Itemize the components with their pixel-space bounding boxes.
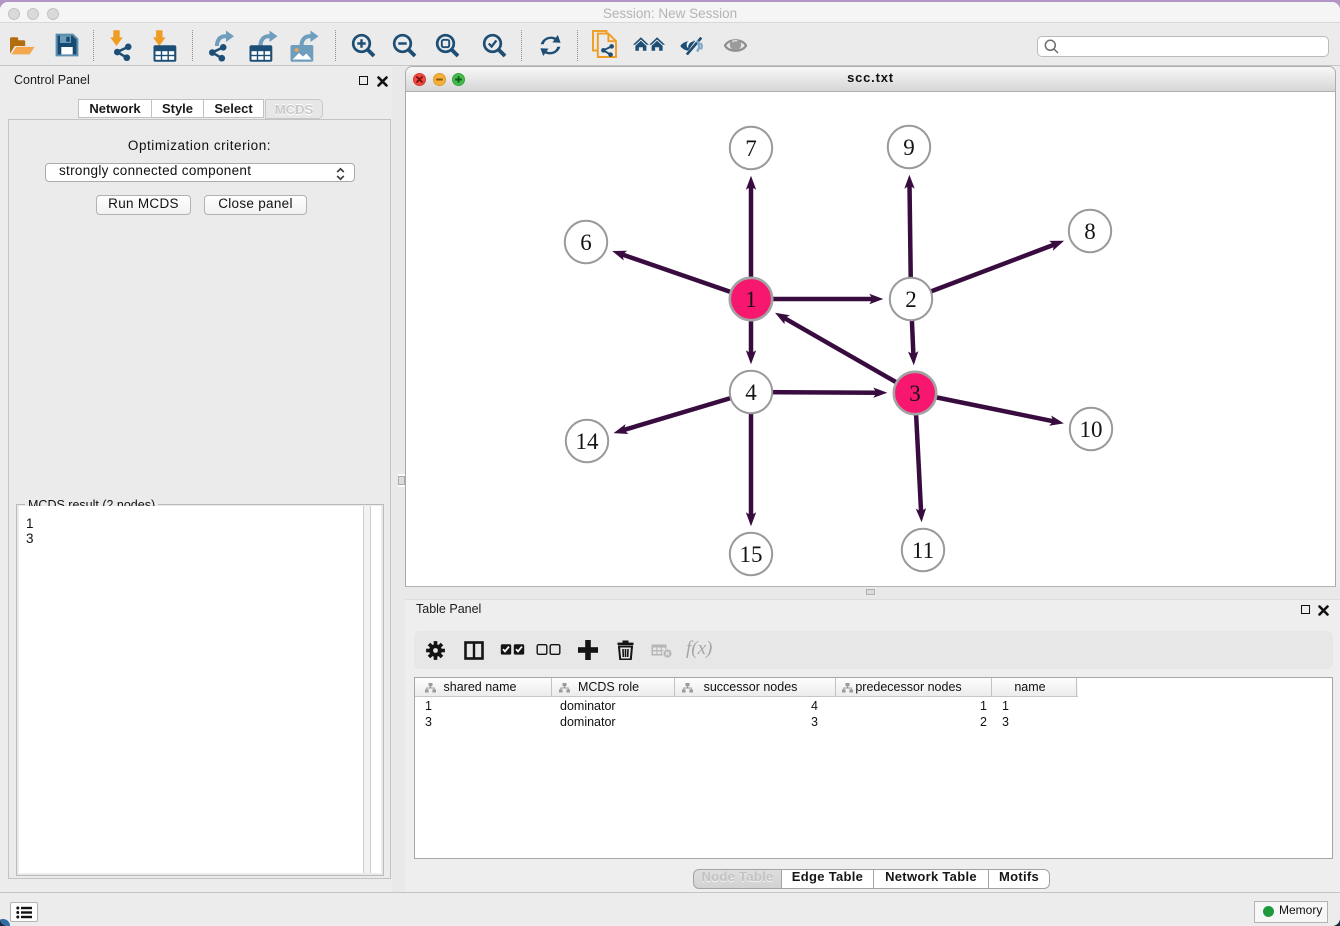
svg-text:2: 2 bbox=[905, 287, 917, 312]
svg-text:10: 10 bbox=[1080, 417, 1103, 442]
svg-text:4: 4 bbox=[745, 380, 757, 405]
svg-text:3: 3 bbox=[909, 381, 921, 406]
svg-text:11: 11 bbox=[912, 538, 934, 563]
svg-text:15: 15 bbox=[740, 542, 763, 567]
svg-text:9: 9 bbox=[903, 135, 915, 160]
svg-text:6: 6 bbox=[580, 230, 592, 255]
svg-text:14: 14 bbox=[576, 429, 600, 454]
svg-text:7: 7 bbox=[745, 136, 757, 161]
svg-text:8: 8 bbox=[1084, 219, 1096, 244]
svg-text:1: 1 bbox=[745, 287, 757, 312]
